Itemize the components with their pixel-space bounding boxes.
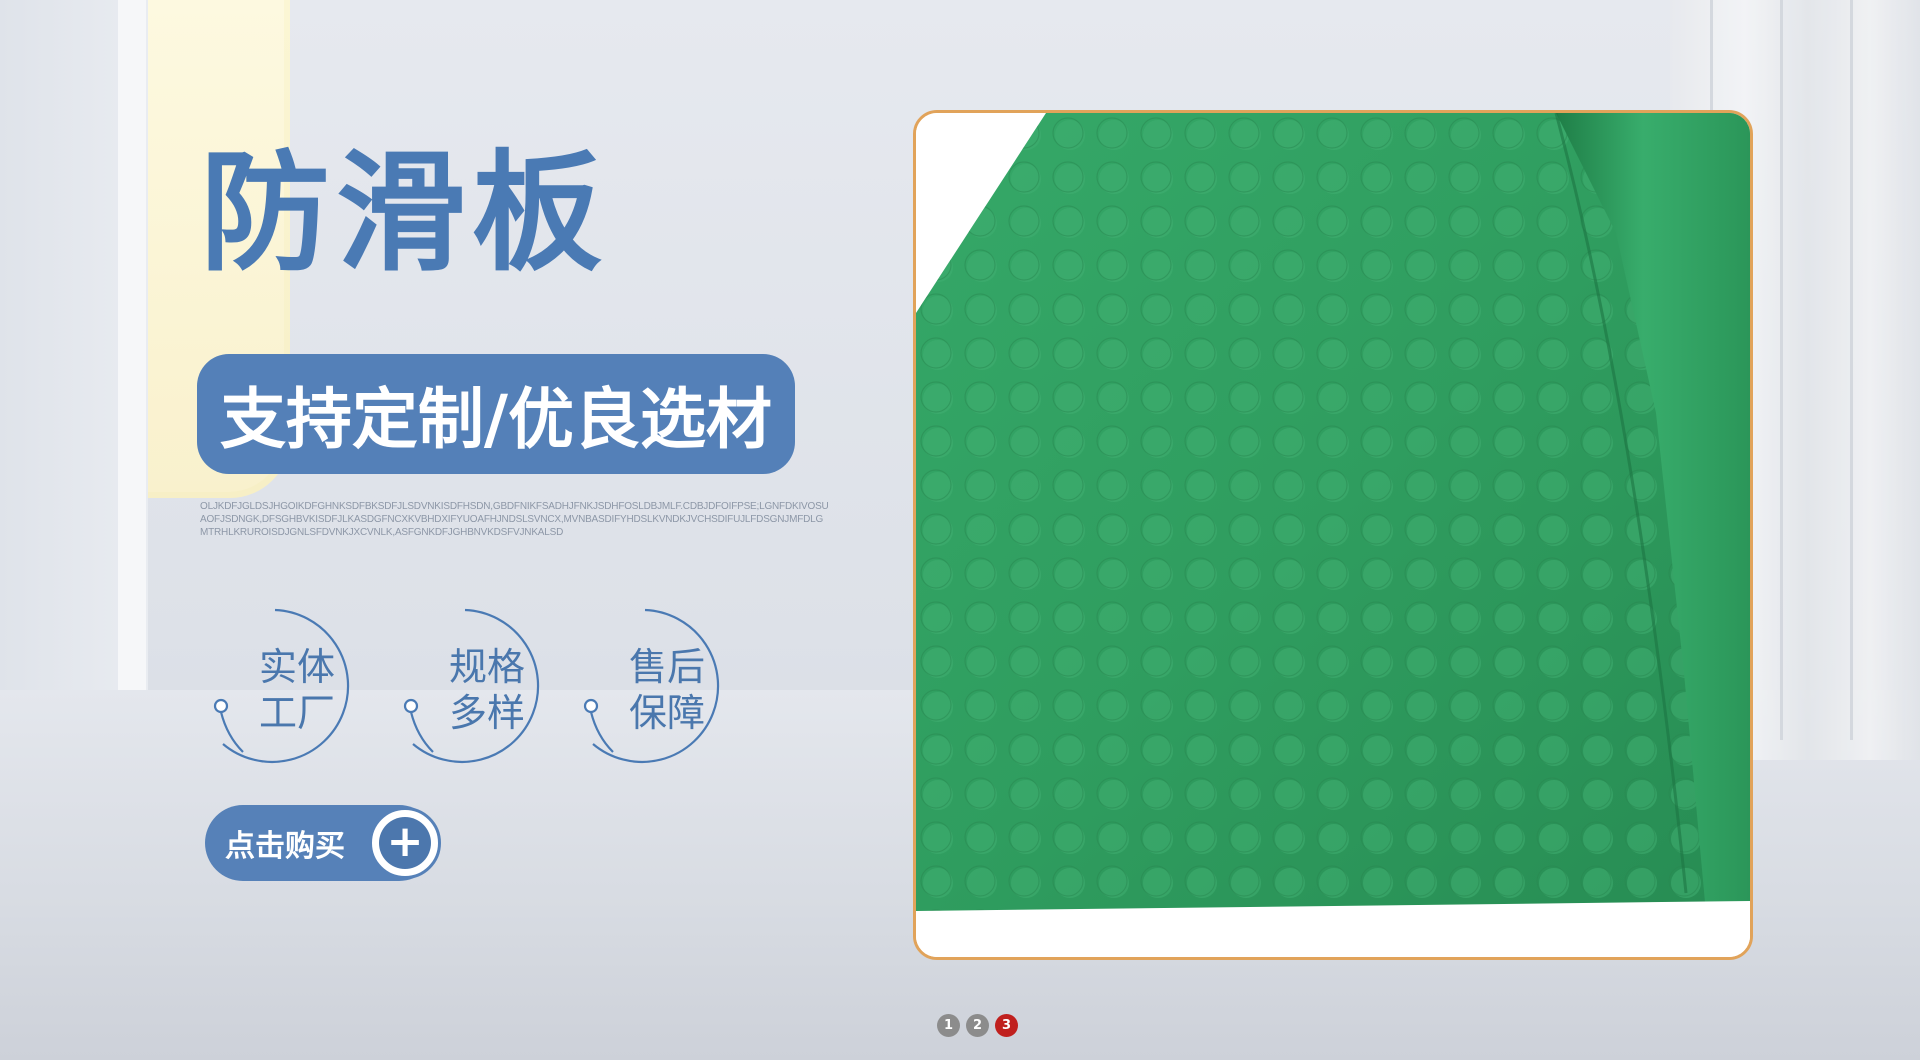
plus-icon-glyph: +: [379, 817, 431, 869]
plus-icon[interactable]: +: [369, 807, 441, 879]
feature-text: 实体 工厂: [258, 645, 335, 735]
page-title: 防滑板: [200, 137, 609, 289]
product-image-frame: [913, 110, 1753, 960]
feature-text: 规格 多样: [448, 645, 525, 735]
feature-text: 售后 保障: [628, 645, 705, 735]
subtitle-banner: 支持定制/优良选材: [197, 354, 795, 474]
pager-dot-2[interactable]: 2: [966, 1014, 989, 1037]
feature-badge-specs: 规格 多样: [403, 606, 543, 770]
pager-dot-1[interactable]: 1: [937, 1014, 960, 1037]
feature-badge-aftersales: 售后 保障: [583, 606, 723, 770]
filler-text: OLJKDFJGLDSJHGOIKDFGHNKSDFBKSDFJLSDVNKIS…: [200, 501, 829, 538]
feature-badge-factory: 实体 工厂: [213, 606, 353, 770]
green-rubber-mat-image: [916, 113, 1750, 957]
buy-now-label: 点击购买: [225, 829, 345, 864]
carousel-pager: 1 2 3: [937, 1014, 1018, 1037]
pager-dot-3[interactable]: 3: [995, 1014, 1018, 1037]
subtitle-text: 支持定制/优良选材: [219, 381, 773, 458]
buy-now-button[interactable]: 点击购买 +: [205, 805, 441, 881]
curtain-fold: [1780, 0, 1783, 740]
curtain-fold: [1850, 0, 1853, 740]
